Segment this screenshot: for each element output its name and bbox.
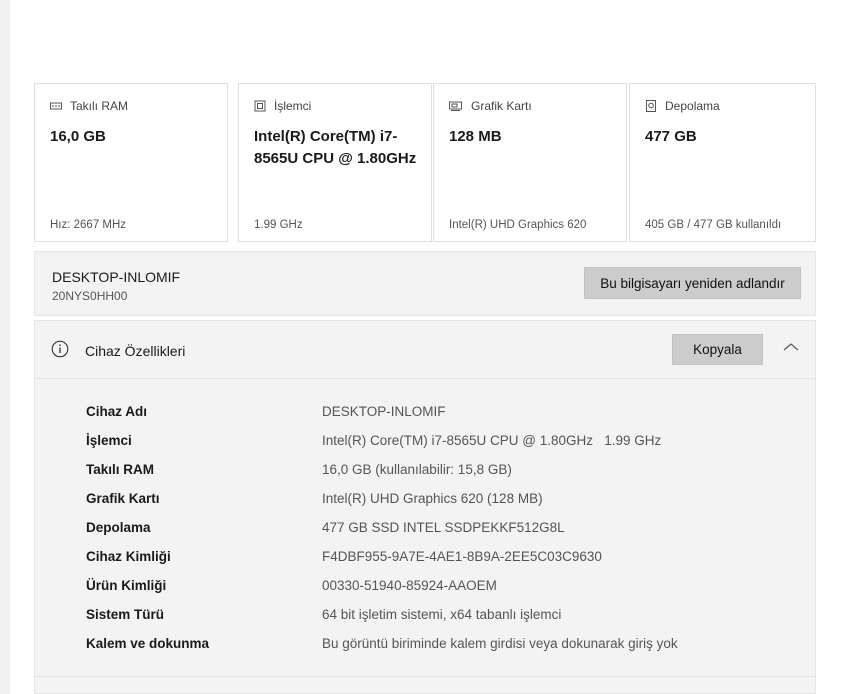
- spec-value: Intel(R) UHD Graphics 620 (128 MB): [322, 491, 543, 506]
- spec-value: Bu görüntü biriminde kalem girdisi veya …: [322, 636, 678, 651]
- info-icon: [51, 340, 69, 358]
- specs-divider: [35, 676, 815, 677]
- left-scroll-gutter: [0, 0, 10, 694]
- card-ram-value: 16,0 GB: [50, 128, 106, 145]
- pc-model: 20NYS0HH00: [52, 289, 128, 303]
- copy-button[interactable]: Kopyala: [672, 334, 763, 365]
- spec-row-ram: Takılı RAM 16,0 GB (kullanılabilir: 15,8…: [86, 462, 786, 482]
- card-graphics-label: Grafik Kartı: [471, 99, 532, 113]
- spec-value: 16,0 GB (kullanılabilir: 15,8 GB): [322, 462, 512, 477]
- spec-row-storage: Depolama 477 GB SSD INTEL SSDPEKKF512G8L: [86, 520, 786, 540]
- hardware-cards: Takılı RAM 16,0 GB Hız: 2667 MHz İşlemci…: [34, 83, 816, 244]
- spec-value: 64 bit işletim sistemi, x64 tabanlı işle…: [322, 607, 562, 622]
- spec-row-pen-touch: Kalem ve dokunma Bu görüntü biriminde ka…: [86, 636, 786, 656]
- top-link-text[interactable]: [120, 0, 240, 4]
- card-storage-header: Depolama: [645, 99, 720, 113]
- spec-label: Grafik Kartı: [86, 491, 160, 506]
- card-graphics-header: Grafik Kartı: [449, 99, 532, 113]
- spec-row-processor: İşlemci Intel(R) Core(TM) i7-8565U CPU @…: [86, 433, 786, 453]
- card-processor-label: İşlemci: [274, 99, 312, 113]
- chevron-up-icon[interactable]: [782, 341, 800, 353]
- card-storage: Depolama 477 GB 405 GB / 477 GB kullanıl…: [629, 83, 816, 242]
- rename-pc-button[interactable]: Bu bilgisayarı yeniden adlandır: [584, 267, 801, 299]
- spec-row-product-id: Ürün Kimliği 00330-51940-85924-AAOEM: [86, 578, 786, 598]
- card-ram: Takılı RAM 16,0 GB Hız: 2667 MHz: [34, 83, 228, 242]
- spec-value: Intel(R) Core(TM) i7-8565U CPU @ 1.80GHz…: [322, 433, 662, 448]
- spec-label: Kalem ve dokunma: [86, 636, 210, 651]
- spec-value: 00330-51940-85924-AAOEM: [322, 578, 497, 593]
- card-ram-header: Takılı RAM: [50, 99, 128, 113]
- pc-name-bar: DESKTOP-INLOMIF 20NYS0HH00 Bu bilgisayar…: [34, 251, 816, 316]
- card-ram-footer: Hız: 2667 MHz: [50, 219, 127, 231]
- spec-row-device-id: Cihaz Kimliği F4DBF955-9A7E-4AE1-8B9A-2E…: [86, 549, 786, 569]
- spec-label: Sistem Türü: [86, 607, 165, 622]
- card-processor: İşlemci Intel(R) Core(TM) i7-8565U CPU @…: [238, 83, 432, 242]
- spec-value: F4DBF955-9A7E-4AE1-8B9A-2EE5C03C9630: [322, 549, 602, 564]
- spec-row-system-type: Sistem Türü 64 bit işletim sistemi, x64 …: [86, 607, 786, 627]
- card-processor-value: Intel(R) Core(TM) i7-8565U CPU @ 1.80GHz: [254, 128, 417, 167]
- spec-label: Cihaz Adı: [86, 404, 148, 419]
- spec-value: 477 GB SSD INTEL SSDPEKKF512G8L: [322, 520, 565, 535]
- processor-icon: [254, 100, 266, 112]
- card-ram-label: Takılı RAM: [70, 99, 129, 113]
- spec-label: Ürün Kimliği: [86, 578, 167, 593]
- card-processor-footer: 1.99 GHz: [254, 219, 303, 231]
- device-specs-panel: Cihaz Özellikleri Kopyala Cihaz Adı DESK…: [34, 320, 816, 694]
- card-graphics-value: 128 MB: [449, 128, 502, 145]
- storage-icon: [646, 100, 656, 112]
- spec-value: DESKTOP-INLOMIF: [322, 404, 446, 419]
- spec-row-graphics: Grafik Kartı Intel(R) UHD Graphics 620 (…: [86, 491, 786, 511]
- card-storage-footer: 405 GB / 477 GB kullanıldı: [645, 219, 782, 231]
- top-link-cutoff[interactable]: [120, 0, 240, 4]
- card-graphics: Grafik Kartı 128 MB Intel(R) UHD Graphic…: [433, 83, 627, 242]
- spec-label: Takılı RAM: [86, 462, 155, 477]
- device-specs-header[interactable]: Cihaz Özellikleri Kopyala: [35, 321, 815, 379]
- spec-label: Depolama: [86, 520, 151, 535]
- card-graphics-footer: Intel(R) UHD Graphics 620: [449, 219, 587, 231]
- spec-row-device-name: Cihaz Adı DESKTOP-INLOMIF: [86, 404, 786, 424]
- spec-label: Cihaz Kimliği: [86, 549, 171, 564]
- graphics-card-icon: [449, 101, 462, 111]
- pc-name: DESKTOP-INLOMIF: [52, 269, 181, 285]
- card-storage-value: 477 GB: [645, 128, 697, 145]
- device-specs-title: Cihaz Özellikleri: [85, 343, 186, 359]
- spec-label: İşlemci: [86, 433, 132, 448]
- card-processor-header: İşlemci: [254, 99, 311, 113]
- card-storage-label: Depolama: [665, 99, 720, 113]
- ram-icon: [50, 102, 62, 110]
